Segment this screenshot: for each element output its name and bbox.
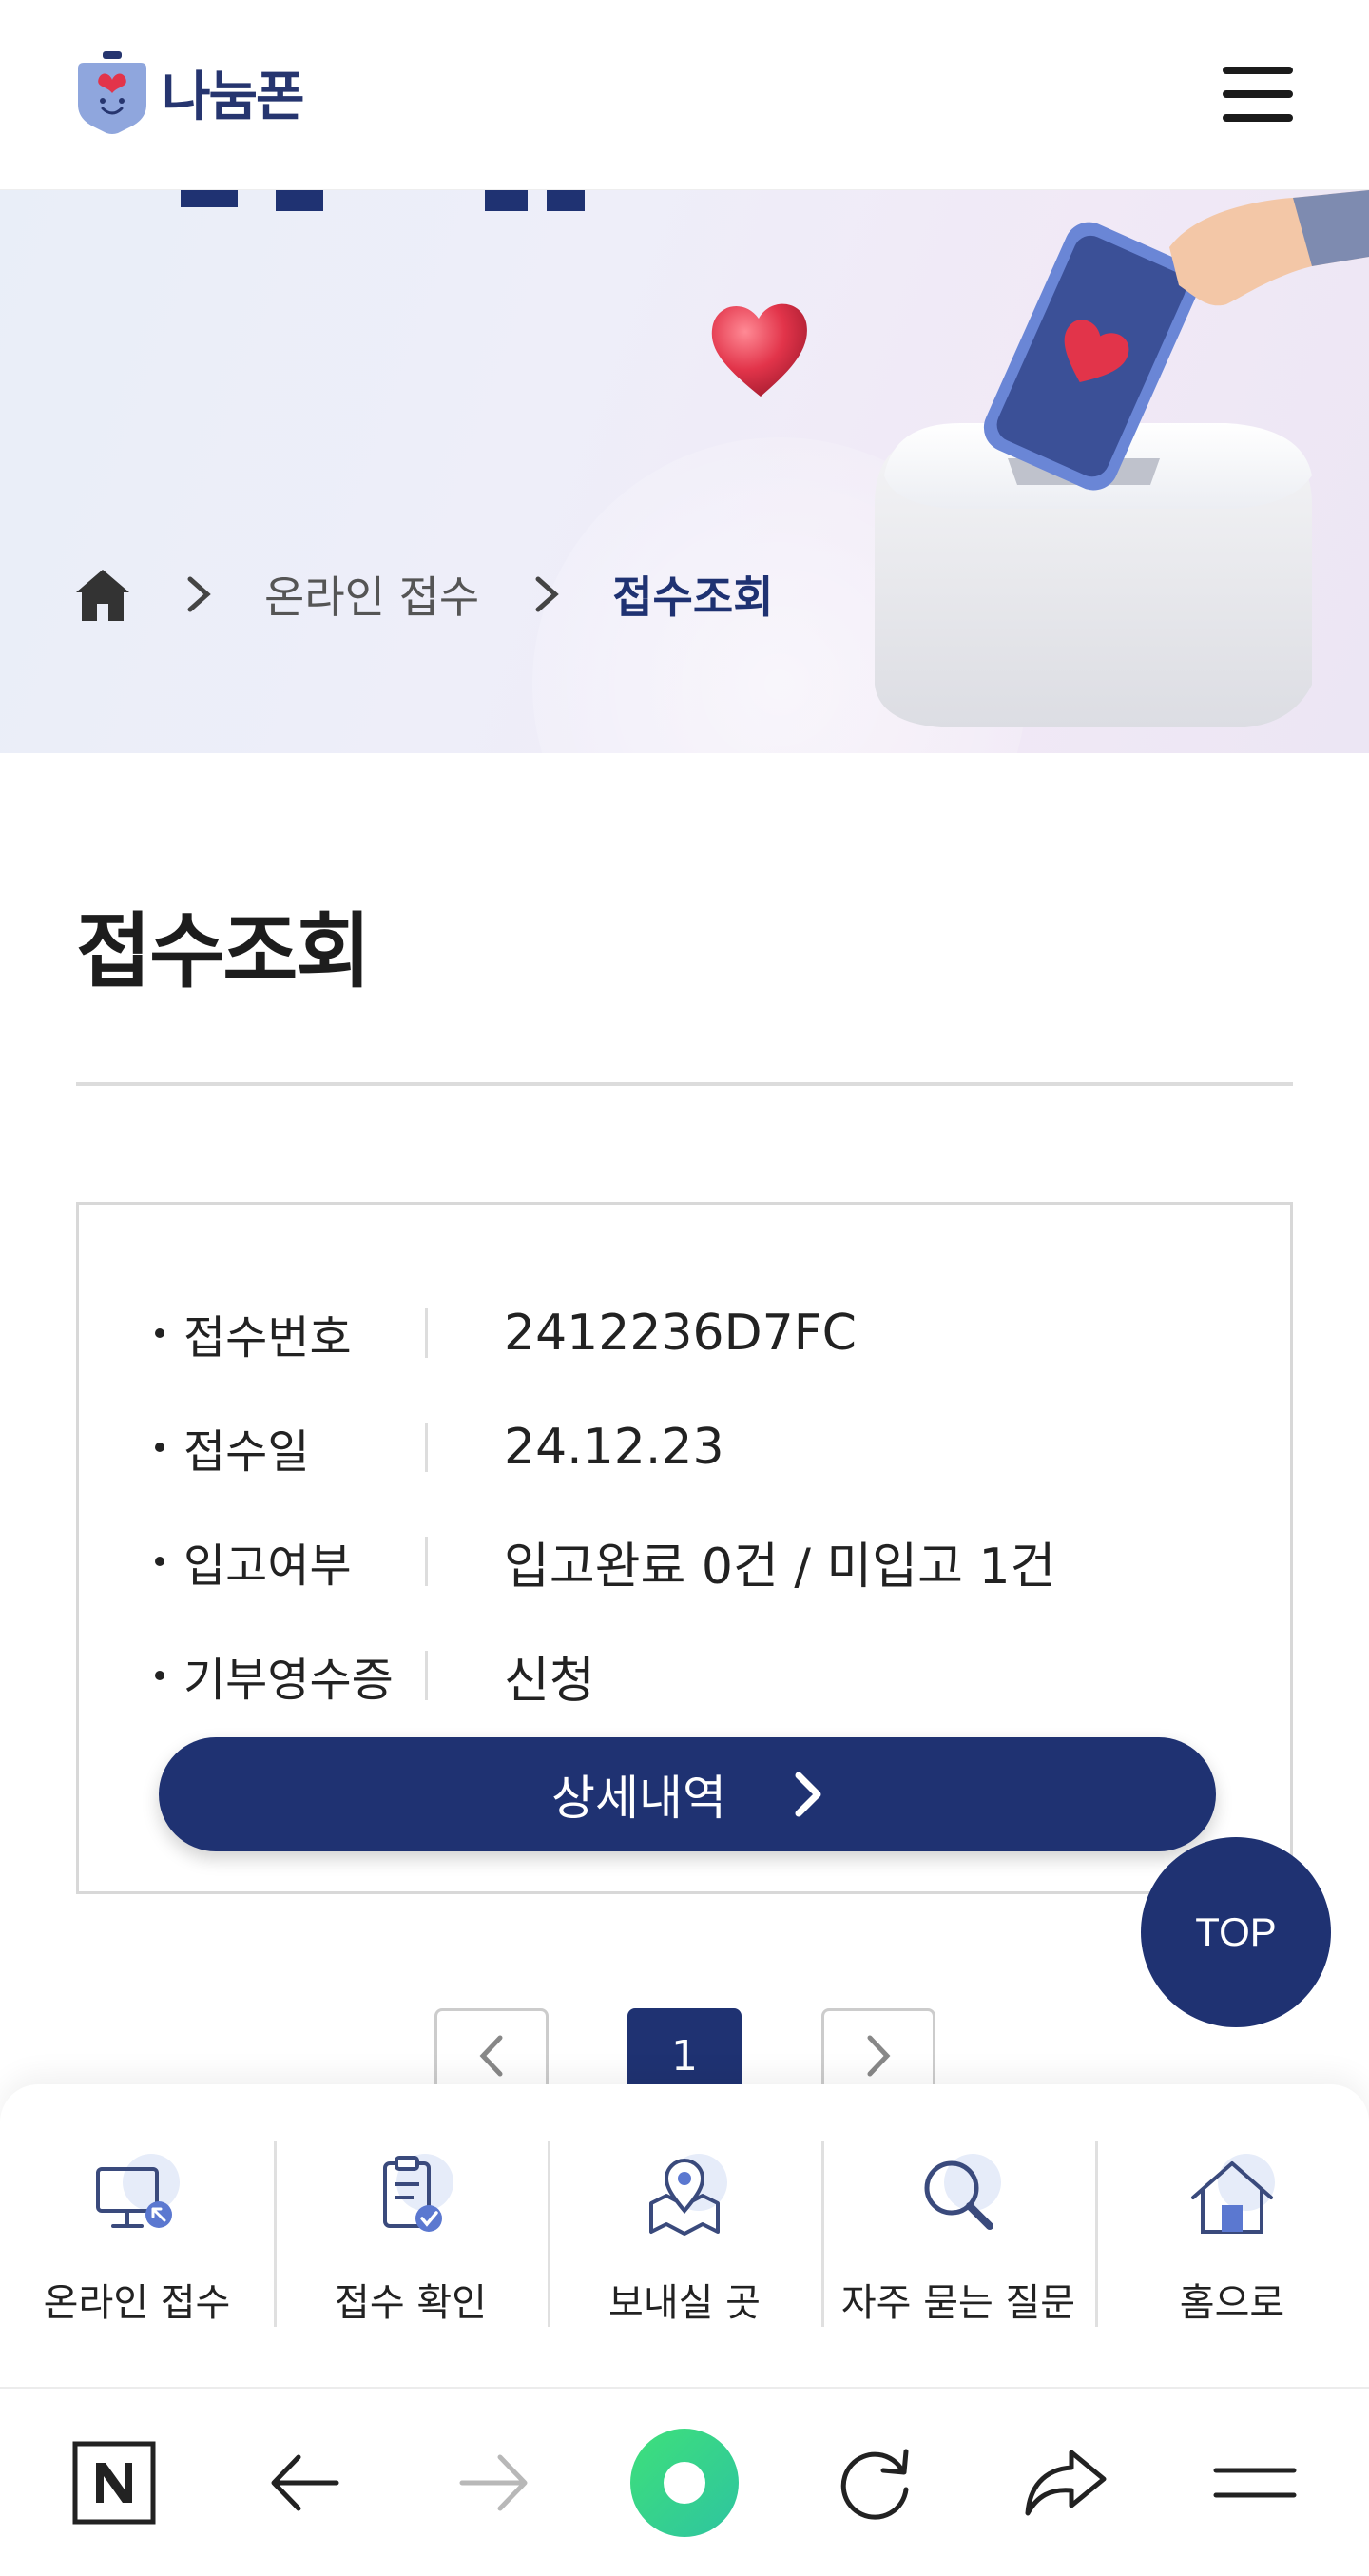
- site-logo[interactable]: 나눔폰: [74, 49, 305, 135]
- hero-banner: 온라인 접수 접수조회: [0, 190, 1369, 753]
- computer-icon: [96, 2154, 180, 2228]
- home-icon[interactable]: [74, 566, 131, 623]
- site-header: 나눔폰: [0, 0, 1369, 190]
- quicknav-faq[interactable]: 자주 묻는 질문: [821, 2084, 1095, 2387]
- page-title: 접수조회: [76, 904, 371, 999]
- share-icon[interactable]: [1008, 2426, 1122, 2540]
- breadcrumb-online-receipt[interactable]: 온라인 접수: [264, 563, 479, 626]
- breadcrumb-current: 접수조회: [612, 571, 774, 623]
- quicknav-home[interactable]: 홈으로: [1095, 2084, 1369, 2387]
- row-divider: [425, 1423, 428, 1472]
- donation-receipt-value: 신청: [504, 1652, 595, 1710]
- forward-icon[interactable]: [437, 2426, 551, 2540]
- detail-button-label: 상세내역: [551, 1771, 726, 1826]
- quicknav-label: 자주 묻는 질문: [840, 2281, 1076, 2325]
- menu-button[interactable]: [1223, 67, 1293, 122]
- heart-icon: [711, 303, 807, 397]
- quick-nav: 온라인 접수 접수 확인 보내실 곳 자주 묻는 질문 홈으로: [0, 2084, 1369, 2387]
- map-pin-icon: [649, 2154, 727, 2236]
- receipt-card: 접수번호 2412236D7FC 접수일 24.12.23 입고여부 입고완료 …: [76, 1202, 1293, 1894]
- browser-toolbar: [0, 2387, 1369, 2576]
- receipt-row-number: 접수번호 2412236D7FC: [155, 1300, 857, 1366]
- donation-receipt-label: 기부영수증: [155, 1642, 425, 1709]
- breadcrumb: 온라인 접수 접수조회: [74, 561, 774, 628]
- quicknav-label: 접수 확인: [335, 2281, 487, 2325]
- hero-heading-fragment: [181, 190, 585, 211]
- chevron-right-icon: [795, 1772, 821, 1817]
- search-icon: [924, 2154, 1001, 2230]
- refresh-arrow-icon: [840, 2449, 909, 2520]
- green-dot-icon[interactable]: [627, 2426, 742, 2540]
- logo-icon: [78, 51, 146, 134]
- quicknav-label: 홈으로: [1179, 2281, 1285, 2325]
- quicknav-label: 보내실 곳: [608, 2281, 761, 2325]
- refresh-icon[interactable]: [818, 2426, 932, 2540]
- share-arrow-icon: [1025, 2450, 1107, 2515]
- hamburger-icon: [1213, 2468, 1297, 2497]
- naver-icon[interactable]: [57, 2426, 171, 2540]
- chevron-right-icon: [535, 576, 559, 612]
- row-divider: [425, 1308, 428, 1358]
- donation-box-illustration: [875, 190, 1369, 727]
- quicknav-send-location[interactable]: 보내실 곳: [548, 2084, 821, 2387]
- quicknav-receipt-check[interactable]: 접수 확인: [274, 2084, 548, 2387]
- chevron-right-icon: [867, 2035, 891, 2077]
- quicknav-online-receipt[interactable]: 온라인 접수: [0, 2084, 274, 2387]
- logo-text: 나눔폰: [162, 66, 305, 128]
- naver-logo: [72, 2441, 156, 2524]
- quicknav-label: 온라인 접수: [43, 2281, 231, 2325]
- row-divider: [425, 1537, 428, 1586]
- menu-line: [1223, 114, 1293, 122]
- receipt-date-label: 접수일: [155, 1414, 425, 1481]
- chevron-left-icon: [479, 2035, 503, 2077]
- scroll-top-button[interactable]: TOP: [1141, 1837, 1331, 2027]
- receipt-date-value: 24.12.23: [504, 1419, 724, 1476]
- stock-status-label: 입고여부: [155, 1528, 425, 1595]
- home-icon: [1191, 2154, 1275, 2234]
- receipt-number-value: 2412236D7FC: [504, 1305, 857, 1362]
- menu-line: [1223, 67, 1293, 74]
- title-divider: [76, 1082, 1293, 1086]
- receipt-number-label: 접수번호: [155, 1300, 425, 1366]
- receipt-row-donation: 기부영수증 신청: [155, 1642, 595, 1710]
- receipt-row-stock: 입고여부 입고완료 0건 / 미입고 1건: [155, 1528, 1056, 1596]
- detail-button[interactable]: 상세내역: [159, 1737, 1216, 1851]
- arrow-right-icon: [459, 2454, 528, 2510]
- menu-icon[interactable]: [1198, 2426, 1312, 2540]
- arrow-left-icon: [271, 2454, 339, 2510]
- menu-line: [1223, 90, 1293, 98]
- row-divider: [425, 1651, 428, 1700]
- back-icon[interactable]: [247, 2426, 361, 2540]
- stock-status-value: 입고완료 0건 / 미입고 1건: [504, 1538, 1056, 1596]
- chevron-right-icon: [187, 576, 211, 612]
- green-circle-icon: [630, 2428, 739, 2537]
- receipt-row-date: 접수일 24.12.23: [155, 1414, 724, 1481]
- clipboard-check-icon: [383, 2154, 453, 2232]
